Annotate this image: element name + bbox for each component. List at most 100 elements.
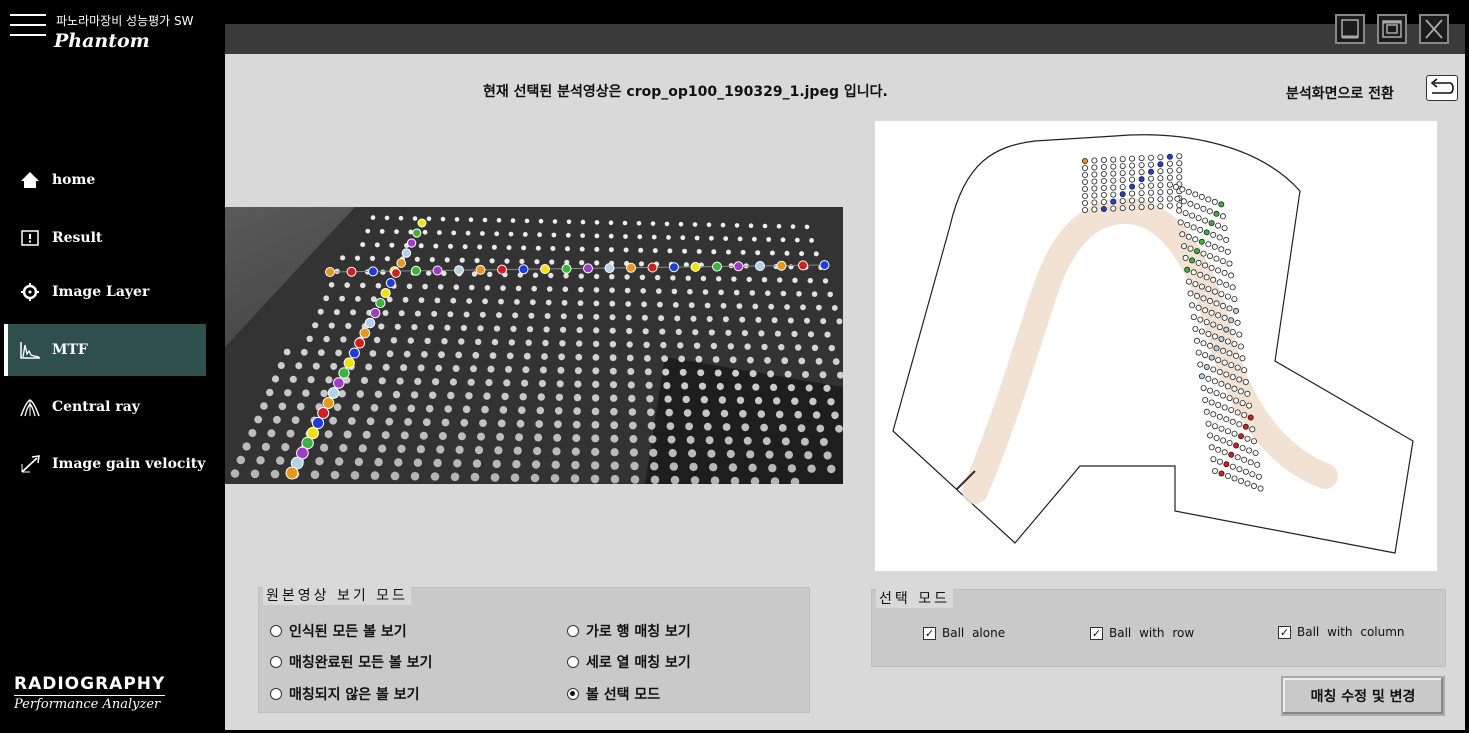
radio-ball-select-mode[interactable]: 볼 선택 모드 <box>567 684 660 704</box>
phantom-ball <box>811 291 818 297</box>
schematic-ball <box>1129 190 1136 197</box>
phantom-ball <box>531 460 541 469</box>
sidebar-item-result[interactable]: Result <box>4 212 206 264</box>
radio-button[interactable] <box>270 625 282 637</box>
restore-button[interactable] <box>1377 14 1407 44</box>
phantom-ball <box>536 406 545 415</box>
schematic-ball <box>1250 438 1257 445</box>
phantom-ball <box>365 363 373 371</box>
phantom-ball <box>378 377 386 385</box>
sidebar-item-mtf[interactable]: MTF <box>4 324 206 376</box>
phantom-ball <box>702 289 709 295</box>
schematic-ball <box>1216 234 1223 241</box>
sidebar-item-central-ray[interactable]: Central ray <box>4 381 206 433</box>
phantom-ball <box>765 450 774 459</box>
phantom-ball <box>386 350 394 358</box>
schematic-ball <box>1239 400 1246 407</box>
schematic-ball <box>1091 171 1098 178</box>
phantom-ball <box>425 404 434 413</box>
schematic-ball <box>1195 304 1202 311</box>
phantom-ball <box>658 315 665 322</box>
radio-all-matched-balls[interactable]: 매칭완료된 모든 볼 보기 <box>270 652 432 672</box>
phantom-ball <box>791 330 798 338</box>
phantom-ball <box>506 352 514 360</box>
phantom-ball <box>624 287 631 294</box>
phantom-ball <box>741 330 749 337</box>
sidebar-item-image-gain-velocity[interactable]: Image gain velocity <box>4 438 206 490</box>
sidebar-item-home[interactable]: home <box>4 154 206 206</box>
phantom-ball <box>535 420 544 428</box>
phantom-ball <box>506 245 512 251</box>
phantom-ball <box>429 391 437 399</box>
schematic-ball <box>1147 182 1154 189</box>
schematic-ball <box>1215 267 1222 274</box>
edit-matching-button[interactable]: 매칭 수정 및 변경 <box>1281 676 1445 716</box>
schematic-ball <box>1200 250 1207 257</box>
sidebar-item-image-layer[interactable]: Image Layer <box>4 266 206 318</box>
phantom-schematic[interactable] <box>875 121 1437 571</box>
original-xray-image[interactable] <box>225 207 843 484</box>
phantom-ball <box>609 274 615 280</box>
radio-row-matching[interactable]: 가로 행 매칭 보기 <box>567 621 691 641</box>
radio-label: 볼 선택 모드 <box>586 687 661 703</box>
radio-button[interactable] <box>270 688 282 700</box>
phantom-ball <box>542 339 549 347</box>
phantom-ball <box>369 255 376 261</box>
close-button[interactable] <box>1419 14 1449 44</box>
checkbox-ball-with-row[interactable]: ✓ Ball with row <box>1090 626 1194 640</box>
phantom-ball <box>307 376 315 384</box>
minimize-button[interactable] <box>1335 14 1365 44</box>
matched-column-ball <box>417 218 427 228</box>
radio-unmatched-balls[interactable]: 매칭되지 않은 볼 보기 <box>270 684 420 704</box>
schematic-ball <box>1228 362 1235 369</box>
phantom-ball <box>720 409 729 418</box>
radio-button[interactable] <box>567 625 579 637</box>
phantom-ball <box>754 396 763 405</box>
phantom-ball <box>411 324 418 331</box>
phantom-ball <box>295 362 303 370</box>
hamburger-menu-icon[interactable] <box>10 14 46 48</box>
schematic-ball <box>1208 444 1215 451</box>
schematic-ball <box>1138 176 1145 183</box>
phantom-ball <box>554 420 562 429</box>
schematic-ball <box>1198 328 1205 335</box>
schematic-ball <box>1195 215 1202 222</box>
schematic-ball <box>1091 164 1098 171</box>
matched-column-ball <box>317 406 330 420</box>
phantom-ball <box>592 340 600 348</box>
phantom-ball <box>645 381 653 389</box>
phantom-ball <box>557 366 565 374</box>
schematic-ball <box>1246 402 1253 409</box>
phantom-ball <box>474 446 484 455</box>
phantom-ball <box>551 232 557 238</box>
checkbox-ball-with-column[interactable]: ✓ Ball with column <box>1278 625 1405 639</box>
checkbox[interactable]: ✓ <box>923 626 936 640</box>
checkbox[interactable]: ✓ <box>1278 625 1291 639</box>
radio-all-detected-balls[interactable]: 인식된 모든 볼 보기 <box>270 621 407 641</box>
schematic-ball <box>1236 376 1243 383</box>
phantom-ball <box>807 464 816 473</box>
phantom-ball <box>496 312 502 319</box>
phantom-ball <box>680 235 686 241</box>
radio-column-matching[interactable]: 세로 열 매칭 보기 <box>567 652 691 672</box>
schematic-ball <box>1250 482 1257 489</box>
phantom-ball <box>412 216 418 221</box>
radio-button[interactable] <box>567 688 579 700</box>
phantom-ball <box>454 217 460 222</box>
phantom-ball <box>516 419 525 428</box>
switch-to-analysis-button[interactable] <box>1426 75 1458 101</box>
checkbox-ball-alone[interactable]: ✓ Ball alone <box>923 626 1005 640</box>
phantom-ball <box>608 247 614 253</box>
radio-button[interactable] <box>270 656 282 668</box>
matched-column-ball <box>322 397 335 409</box>
radio-button[interactable] <box>567 656 579 668</box>
schematic-ball <box>1119 198 1126 205</box>
app-window: 파노라마장비 성능평가 SW Phantom home Result Image… <box>0 0 1469 733</box>
schematic-ball <box>1218 425 1225 432</box>
phantom-ball <box>543 326 550 333</box>
phantom-ball <box>663 382 671 390</box>
checkbox[interactable]: ✓ <box>1090 626 1103 640</box>
phantom-ball <box>592 354 600 361</box>
phantom-ball <box>709 463 718 472</box>
phantom-ball <box>545 299 552 306</box>
